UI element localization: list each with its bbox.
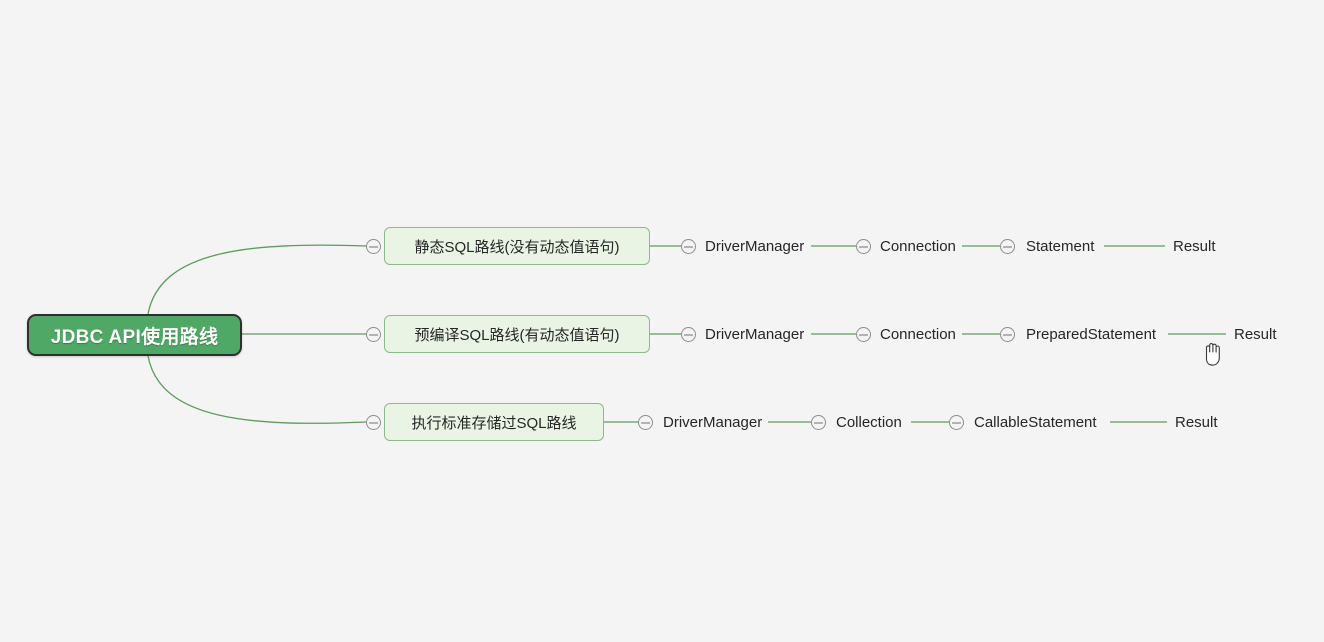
chain-toggle-2-2[interactable]: [856, 327, 871, 342]
chain-node-3-1[interactable]: DriverManager: [663, 411, 762, 433]
chain-node-2-1[interactable]: DriverManager: [705, 323, 804, 345]
chain-node-2-3[interactable]: PreparedStatement: [1026, 323, 1156, 345]
chain-node-label: Result: [1173, 237, 1216, 255]
chain-node-label: Statement: [1026, 237, 1095, 255]
chain-toggle-1-2[interactable]: [856, 239, 871, 254]
chain-node-1-1[interactable]: DriverManager: [705, 235, 804, 257]
root-node[interactable]: JDBC API使用路线: [27, 314, 242, 356]
chain-node-label: Connection: [880, 237, 956, 255]
chain-node-label: Connection: [880, 325, 956, 343]
chain-node-3-2[interactable]: Collection: [836, 411, 902, 433]
chain-node-2-2[interactable]: Connection: [880, 323, 956, 345]
chain-toggle-3-3[interactable]: [949, 415, 964, 430]
chain-toggle-1-1[interactable]: [681, 239, 696, 254]
branch-toggle-3[interactable]: [366, 415, 381, 430]
branch-node-label: 预编译SQL路线(有动态值语句): [414, 326, 620, 344]
chain-toggle-3-2[interactable]: [811, 415, 826, 430]
chain-node-1-4[interactable]: Result: [1173, 235, 1216, 257]
branch-node-1[interactable]: 静态SQL路线(没有动态值语句): [384, 227, 650, 265]
branch-node-3[interactable]: 执行标准存储过SQL路线: [384, 403, 604, 441]
chain-node-label: Result: [1234, 325, 1277, 343]
chain-toggle-2-3[interactable]: [1000, 327, 1015, 342]
chain-node-label: DriverManager: [705, 237, 805, 255]
chain-node-label: DriverManager: [663, 413, 763, 431]
mindmap-canvas[interactable]: JDBC API使用路线 静态SQL路线(没有动态值语句) DriverManag…: [0, 0, 1324, 642]
chain-toggle-1-3[interactable]: [1000, 239, 1015, 254]
root-node-label: JDBC API使用路线: [50, 326, 219, 348]
chain-node-3-4[interactable]: Result: [1175, 411, 1218, 433]
branch-toggle-2[interactable]: [366, 327, 381, 342]
chain-node-1-2[interactable]: Connection: [880, 235, 956, 257]
chain-toggle-3-1[interactable]: [638, 415, 653, 430]
chain-node-1-3[interactable]: Statement: [1026, 235, 1094, 257]
chain-node-label: Result: [1175, 413, 1218, 431]
branch-node-2[interactable]: 预编译SQL路线(有动态值语句): [384, 315, 650, 353]
branch-node-label: 静态SQL路线(没有动态值语句): [414, 238, 620, 256]
chain-node-label: Collection: [836, 413, 902, 431]
chain-node-2-4[interactable]: Result: [1234, 323, 1277, 345]
branch-toggle-1[interactable]: [366, 239, 381, 254]
chain-node-label: DriverManager: [705, 325, 805, 343]
chain-node-label: CallableStatement: [974, 413, 1097, 431]
chain-toggle-2-1[interactable]: [681, 327, 696, 342]
chain-node-3-3[interactable]: CallableStatement: [974, 411, 1097, 433]
branch-node-label: 执行标准存储过SQL路线: [411, 414, 577, 432]
nodes-layer: JDBC API使用路线 静态SQL路线(没有动态值语句) DriverManag…: [0, 0, 1324, 642]
chain-node-label: PreparedStatement: [1026, 325, 1157, 343]
